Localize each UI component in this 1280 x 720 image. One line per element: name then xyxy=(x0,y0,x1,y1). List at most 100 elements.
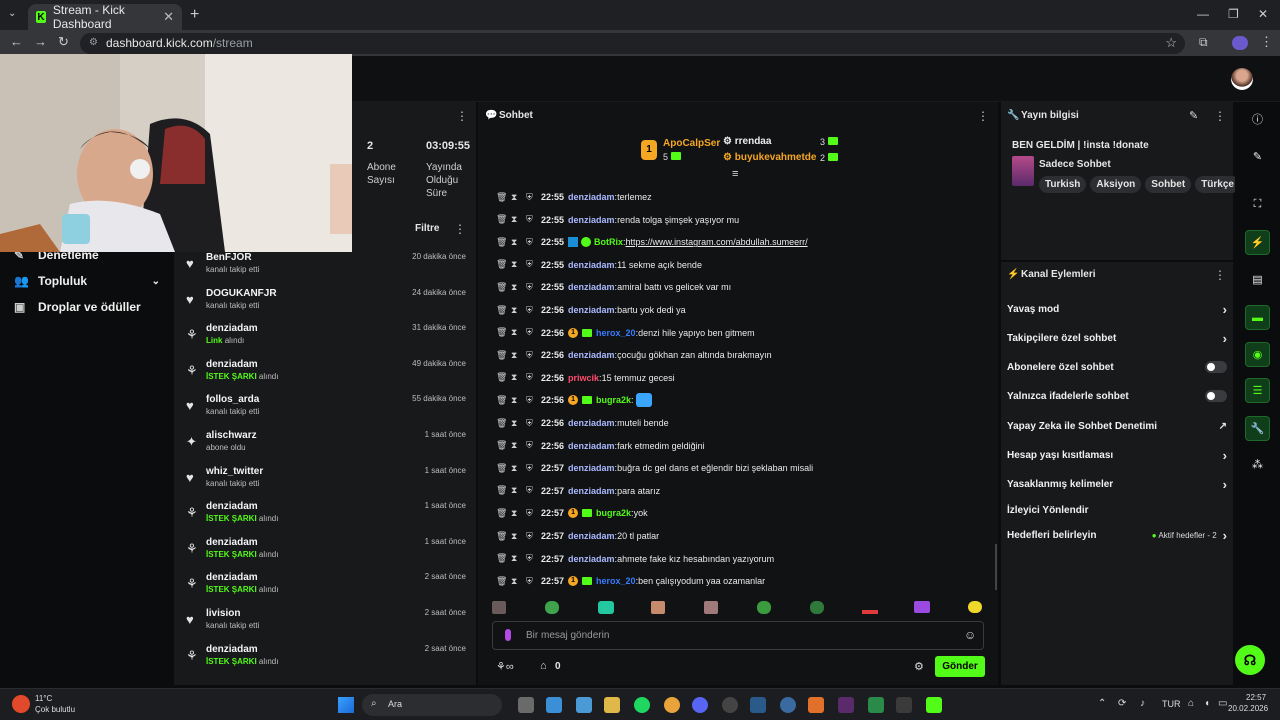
nav-item-community[interactable]: 👥 Topluluk ⌄ xyxy=(14,274,160,288)
message-username[interactable]: herox_20 xyxy=(596,576,636,586)
activity-item[interactable]: ⚘ denziadam İSTEK ŞARKI alındı 1 saat önce xyxy=(184,537,466,573)
clock-time[interactable]: 22:57 xyxy=(1246,693,1266,702)
ban-icon[interactable]: ⛨ xyxy=(526,485,533,496)
timeout-icon[interactable]: ⧗ xyxy=(511,418,517,429)
actions-menu-icon[interactable]: ⋮ xyxy=(1214,268,1226,282)
app-icon-3[interactable] xyxy=(838,697,854,713)
copilot-icon[interactable] xyxy=(546,697,562,713)
emote-6-icon[interactable] xyxy=(757,601,771,614)
activity-item[interactable]: ⚘ denziadam İSTEK ŞARKI alındı 2 saat önce xyxy=(184,644,466,680)
delete-message-icon[interactable]: 🗑 xyxy=(496,531,507,542)
activity-menu-icon[interactable]: ⋮ xyxy=(454,222,466,236)
emote-3-icon[interactable] xyxy=(598,601,614,614)
ban-icon[interactable]: ⛨ xyxy=(526,214,533,225)
activity-username[interactable]: denziadam xyxy=(206,323,258,334)
activity-item[interactable]: ⚘ denziadam Link alındı 31 dakika önce xyxy=(184,323,466,359)
emoji-icon[interactable]: ☺ xyxy=(964,628,976,642)
message-username[interactable]: denziadam xyxy=(568,486,615,496)
emote-8-icon[interactable] xyxy=(862,610,878,614)
app-icon-5[interactable] xyxy=(896,697,912,713)
kick-app-icon[interactable] xyxy=(926,697,942,713)
discord-icon[interactable] xyxy=(692,697,708,713)
chat-scrollbar[interactable] xyxy=(995,544,997,590)
emote-9-icon[interactable] xyxy=(914,601,930,613)
delete-message-icon[interactable]: 🗑 xyxy=(496,508,507,519)
edit-pencil-icon[interactable]: ✎ xyxy=(1189,109,1198,122)
activity-username[interactable]: denziadam xyxy=(206,537,258,548)
delete-message-icon[interactable]: 🗑 xyxy=(496,463,507,474)
obs-icon[interactable] xyxy=(722,697,738,713)
toggle-switch[interactable] xyxy=(1205,361,1227,373)
bookmark-star-icon[interactable]: ☆ xyxy=(1165,35,1177,51)
ban-icon[interactable]: ⛨ xyxy=(526,440,533,451)
message-username[interactable]: denziadam xyxy=(568,282,615,292)
message-username[interactable]: bugra2k xyxy=(596,508,631,518)
ban-icon[interactable]: ⛨ xyxy=(526,531,533,542)
timeout-icon[interactable]: ⧗ xyxy=(511,305,517,316)
timeout-icon[interactable]: ⧗ xyxy=(511,485,517,496)
timeout-icon[interactable]: ⧗ xyxy=(511,553,517,564)
ban-icon[interactable]: ⛨ xyxy=(526,418,533,429)
tray-chevron-icon[interactable]: ⌃ xyxy=(1098,698,1106,709)
channel-action-item[interactable]: Yasaklanmış kelimeler › xyxy=(1007,475,1227,493)
ban-icon[interactable]: ⛨ xyxy=(526,259,533,270)
forward-icon[interactable]: → xyxy=(34,34,47,49)
message-username[interactable]: denziadam xyxy=(568,350,615,360)
help-support-icon[interactable]: ☊ xyxy=(1235,645,1265,675)
store-icon[interactable]: ⌂ xyxy=(540,660,547,672)
message-username[interactable]: denziadam xyxy=(568,554,615,564)
windows-start-icon[interactable] xyxy=(338,697,354,713)
wrench-rail-icon[interactable]: 🔧 xyxy=(1245,416,1270,441)
leader-name[interactable]: ApoCalpSer xyxy=(663,138,720,149)
ban-icon[interactable]: ⛨ xyxy=(526,237,533,248)
channel-action-item[interactable]: Takipçilere özel sohbet › xyxy=(1007,329,1227,347)
address-bar[interactable]: ⚙ dashboard.kick.com/stream ☆ xyxy=(80,33,1185,54)
ban-icon[interactable]: ⛨ xyxy=(526,463,533,474)
activity-item[interactable]: ✦ alischwarz abone oldu 1 saat önce xyxy=(184,430,466,466)
message-username[interactable]: BotRix xyxy=(594,237,623,247)
timeout-icon[interactable]: ⧗ xyxy=(511,531,517,542)
browser-menu-icon[interactable]: ⋮ xyxy=(1260,34,1273,50)
top2-entry[interactable]: ⚙ rrendaa xyxy=(723,136,771,147)
tray-sync-icon[interactable]: ⟳ xyxy=(1118,698,1126,709)
delete-message-icon[interactable]: 🗑 xyxy=(496,305,507,316)
channel-action-item[interactable]: Hesap yaşı kısıtlaması › xyxy=(1007,446,1227,464)
close-window-icon[interactable]: ✕ xyxy=(1258,7,1268,21)
activity-username[interactable]: denziadam xyxy=(206,359,258,370)
message-username[interactable]: bugra2k xyxy=(596,395,631,405)
emote-2-icon[interactable] xyxy=(545,601,559,614)
emote-4-icon[interactable] xyxy=(651,601,665,614)
file-explorer-icon[interactable] xyxy=(604,697,620,713)
channel-action-item[interactable]: Yavaş mod › xyxy=(1007,300,1227,318)
activity-username[interactable]: follos_arda xyxy=(206,394,259,405)
message-link[interactable]: https://www.instagram.com/abdullah.sumee… xyxy=(626,237,808,247)
steam-icon[interactable] xyxy=(750,697,766,713)
message-username[interactable]: denziadam xyxy=(568,418,615,428)
top3-entry[interactable]: ⚙ buyukevahmetde xyxy=(723,152,816,163)
tray-mic-icon[interactable]: ♪ xyxy=(1140,698,1145,709)
message-username[interactable]: herox_20 xyxy=(596,328,636,338)
delete-message-icon[interactable]: 🗑 xyxy=(496,259,507,270)
taskbar-search[interactable]: ⌕ Ara xyxy=(362,694,502,716)
ban-icon[interactable]: ⛨ xyxy=(526,508,533,519)
delete-message-icon[interactable]: 🗑 xyxy=(496,418,507,429)
dots-icon[interactable]: ⁂ xyxy=(1245,452,1270,477)
activity-username[interactable]: livision xyxy=(206,608,240,619)
delete-message-icon[interactable]: 🗑 xyxy=(496,576,507,587)
app-icon-4[interactable] xyxy=(868,697,884,713)
toggle-switch[interactable] xyxy=(1205,390,1227,402)
activity-username[interactable]: denziadam xyxy=(206,644,258,655)
activity-item[interactable]: ⚘ denziadam İSTEK ŞARKI alındı 49 dakika ön… xyxy=(184,359,466,395)
ban-icon[interactable]: ⛨ xyxy=(526,576,533,587)
expand-leaderboard-icon[interactable]: ≡ xyxy=(732,168,738,180)
timeout-icon[interactable]: ⧗ xyxy=(511,372,517,383)
app-icon-1[interactable] xyxy=(780,697,796,713)
delete-message-icon[interactable]: 🗑 xyxy=(496,237,507,248)
lightning-rail-icon[interactable]: ⚡ xyxy=(1245,230,1270,255)
message-username[interactable]: priwcik xyxy=(568,373,599,383)
activity-username[interactable]: denziadam xyxy=(206,501,258,512)
site-info-icon[interactable]: ⚙ xyxy=(89,37,98,48)
activity-item[interactable]: ♥ follos_arda kanalı takip etti 55 dakika ö… xyxy=(184,394,466,430)
timeout-icon[interactable]: ⧗ xyxy=(511,192,517,203)
delete-message-icon[interactable]: 🗑 xyxy=(496,350,507,361)
